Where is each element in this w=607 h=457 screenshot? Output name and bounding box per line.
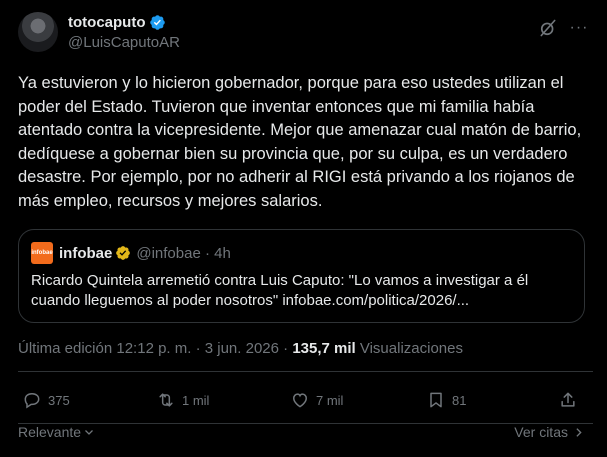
chevron-right-icon — [576, 427, 582, 437]
quoted-author-name: infobae — [59, 244, 113, 262]
author-display-name[interactable]: totocaputo — [68, 14, 145, 31]
edited-timestamp[interactable]: Última edición 12:12 p. m. · 3 jun. 2026… — [18, 340, 292, 357]
quoted-tweet-text: Ricardo Quintela arremetió contra Luis C… — [31, 272, 529, 309]
tweet-text: Ya estuvieron y lo hicieron gobernador, … — [18, 74, 582, 210]
quoted-author-handle-time: @infobae · 4h — [136, 244, 231, 262]
bookmark-button[interactable]: 81 — [426, 386, 466, 414]
quoted-tweet-header: infobae infobae @infobae · 4h — [31, 242, 231, 264]
divider — [18, 423, 593, 424]
sort-label: Relevante — [18, 424, 82, 440]
author-name-row[interactable]: totocaputo — [68, 14, 166, 31]
divider — [18, 371, 593, 372]
grok-icon[interactable] — [538, 18, 558, 38]
views-label: Visualizaciones — [355, 340, 463, 357]
sort-replies-dropdown[interactable]: Relevante — [18, 424, 95, 440]
reply-icon — [24, 392, 40, 409]
chevron-down-icon — [85, 430, 93, 435]
bookmark-icon — [430, 392, 442, 408]
like-button[interactable]: 7 mil — [290, 386, 343, 414]
infobae-logo: infobae — [31, 242, 53, 264]
tweet-meta: Última edición 12:12 p. m. · 3 jun. 2026… — [18, 340, 463, 357]
reply-button[interactable]: 375 — [22, 386, 70, 414]
repost-icon — [159, 393, 173, 407]
bookmark-count: 81 — [452, 392, 467, 408]
tweet-header: totocaputo @LuisCaputoAR ··· — [18, 12, 593, 58]
avatar[interactable] — [18, 12, 58, 52]
share-button[interactable] — [558, 386, 578, 414]
views-count: 135,7 mil — [292, 340, 356, 357]
repost-button[interactable]: 1 mil — [156, 386, 209, 414]
author-handle[interactable]: @LuisCaputoAR — [68, 34, 180, 51]
quoted-tweet-card[interactable]: infobae infobae @infobae · 4h Ricardo Qu… — [18, 229, 585, 323]
view-quotes-link[interactable]: Ver citas — [514, 424, 585, 440]
like-count: 7 mil — [316, 392, 344, 408]
repost-count: 1 mil — [182, 392, 210, 408]
more-options-icon[interactable]: ··· — [569, 18, 589, 38]
reply-count: 375 — [48, 392, 70, 408]
verified-badge-icon — [150, 15, 166, 30]
verified-organization-badge-icon — [116, 246, 131, 260]
action-bar: 375 1 mil 7 mil 81 — [18, 386, 593, 414]
share-icon — [561, 392, 575, 407]
like-heart-icon — [292, 393, 308, 408]
view-quotes-label: Ver citas — [514, 424, 568, 440]
